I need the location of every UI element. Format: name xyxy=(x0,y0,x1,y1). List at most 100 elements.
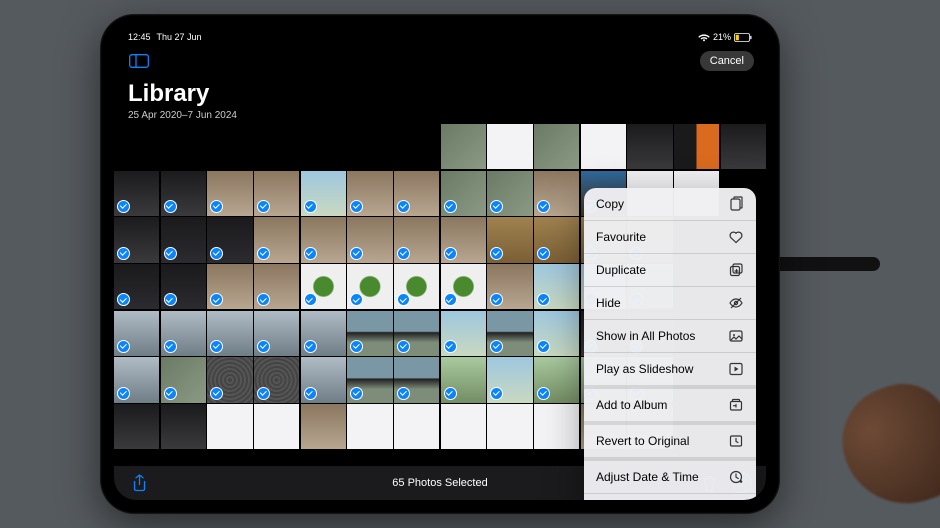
photo-thumbnail[interactable] xyxy=(627,124,672,169)
photo-thumbnail[interactable] xyxy=(534,311,579,356)
photo-thumbnail[interactable] xyxy=(301,357,346,402)
photo-thumbnail[interactable] xyxy=(441,357,486,402)
photo-thumbnail[interactable] xyxy=(534,171,579,216)
battery-icon xyxy=(734,33,752,42)
photo-thumbnail[interactable] xyxy=(441,311,486,356)
photo-thumbnail[interactable] xyxy=(347,264,392,309)
photo-thumbnail[interactable] xyxy=(207,404,252,449)
menu-item-copy[interactable]: Copy xyxy=(584,188,756,221)
photo-thumbnail[interactable] xyxy=(394,311,439,356)
photo-thumbnail[interactable] xyxy=(487,357,532,402)
photo-thumbnail[interactable] xyxy=(534,404,579,449)
photo-thumbnail[interactable] xyxy=(487,171,532,216)
photo-thumbnail[interactable] xyxy=(301,264,346,309)
cancel-button[interactable]: Cancel xyxy=(700,51,754,71)
photo-thumbnail[interactable] xyxy=(114,404,159,449)
selected-checkmark-icon xyxy=(444,340,457,353)
selection-count: 65 Photos Selected xyxy=(392,477,487,489)
photo-thumbnail[interactable] xyxy=(441,217,486,262)
photo-thumbnail[interactable] xyxy=(161,357,206,402)
photo-thumbnail[interactable] xyxy=(394,357,439,402)
photo-thumbnail[interactable] xyxy=(161,404,206,449)
photo-thumbnail[interactable] xyxy=(207,264,252,309)
menu-item-label: Add to Album xyxy=(596,398,667,412)
photo-thumbnail[interactable] xyxy=(487,404,532,449)
menu-item-label: Play as Slideshow xyxy=(596,362,693,376)
menu-item-show-in-all-photos[interactable]: Show in All Photos xyxy=(584,320,756,353)
menu-item-hide[interactable]: Hide xyxy=(584,287,756,320)
menu-item-play-as-slideshow[interactable]: Play as Slideshow xyxy=(584,353,756,389)
selected-checkmark-icon xyxy=(117,200,130,213)
sidebar-toggle-button[interactable] xyxy=(126,51,152,71)
photo-thumbnail[interactable] xyxy=(114,217,159,262)
share-button[interactable] xyxy=(128,472,150,494)
photo-thumbnail[interactable] xyxy=(487,217,532,262)
photo-thumbnail[interactable] xyxy=(534,264,579,309)
photo-thumbnail[interactable] xyxy=(301,217,346,262)
photo-thumbnail[interactable] xyxy=(487,124,532,169)
menu-item-add-to-album[interactable]: Add to Album xyxy=(584,389,756,425)
selected-checkmark-icon xyxy=(397,200,410,213)
photo-thumbnail[interactable] xyxy=(581,124,626,169)
photo-thumbnail[interactable] xyxy=(487,311,532,356)
photo-thumbnail[interactable] xyxy=(114,357,159,402)
photo-thumbnail[interactable] xyxy=(254,404,299,449)
photo-thumbnail[interactable] xyxy=(161,171,206,216)
selected-checkmark-icon xyxy=(117,387,130,400)
photo-thumbnail[interactable] xyxy=(207,357,252,402)
selected-checkmark-icon xyxy=(350,387,363,400)
photo-thumbnail[interactable] xyxy=(441,171,486,216)
photo-thumbnail[interactable] xyxy=(394,404,439,449)
photo-thumbnail[interactable] xyxy=(394,264,439,309)
photo-thumbnail[interactable] xyxy=(161,264,206,309)
photo-thumbnail[interactable] xyxy=(347,357,392,402)
menu-item-adjust-date-time[interactable]: Adjust Date & Time xyxy=(584,461,756,494)
photo-thumbnail[interactable] xyxy=(254,171,299,216)
play-icon xyxy=(728,361,744,377)
menu-item-adjust-location[interactable]: Adjust Location xyxy=(584,494,756,500)
photo-thumbnail[interactable] xyxy=(207,311,252,356)
photo-thumbnail[interactable] xyxy=(534,357,579,402)
photo-thumbnail[interactable] xyxy=(487,264,532,309)
photo-thumbnail[interactable] xyxy=(254,311,299,356)
photo-thumbnail[interactable] xyxy=(441,124,486,169)
photo-thumbnail[interactable] xyxy=(114,171,159,216)
photo-thumbnail[interactable] xyxy=(347,404,392,449)
photo-thumbnail[interactable] xyxy=(301,404,346,449)
menu-item-favourite[interactable]: Favourite xyxy=(584,221,756,254)
photo-thumbnail[interactable] xyxy=(161,217,206,262)
photo-thumbnail[interactable] xyxy=(441,404,486,449)
photo-thumbnail[interactable] xyxy=(347,171,392,216)
photo-thumbnail[interactable] xyxy=(674,124,719,169)
selected-checkmark-icon xyxy=(444,293,457,306)
photo-thumbnail[interactable] xyxy=(114,264,159,309)
album-icon xyxy=(728,397,744,413)
menu-item-revert-to-original[interactable]: Revert to Original xyxy=(584,425,756,461)
menu-item-duplicate[interactable]: Duplicate xyxy=(584,254,756,287)
photo-thumbnail[interactable] xyxy=(394,171,439,216)
photo-thumbnail[interactable] xyxy=(301,311,346,356)
actions-context-menu: CopyFavouriteDuplicateHideShow in All Ph… xyxy=(584,188,756,500)
photo-thumbnail[interactable] xyxy=(347,311,392,356)
photo-thumbnail[interactable] xyxy=(347,217,392,262)
photo-thumbnail[interactable] xyxy=(534,124,579,169)
photo-thumbnail[interactable] xyxy=(441,264,486,309)
selected-checkmark-icon xyxy=(304,340,317,353)
photo-thumbnail[interactable] xyxy=(534,217,579,262)
title-block: Library 25 Apr 2020–7 Jun 2024 xyxy=(128,80,237,121)
selected-checkmark-icon xyxy=(490,247,503,260)
photo-thumbnail[interactable] xyxy=(254,357,299,402)
photo-thumbnail[interactable] xyxy=(394,217,439,262)
photo-thumbnail[interactable] xyxy=(254,264,299,309)
photo-thumbnail[interactable] xyxy=(161,311,206,356)
photo-thumbnail[interactable] xyxy=(254,217,299,262)
photo-thumbnail[interactable] xyxy=(114,311,159,356)
photo-thumbnail[interactable] xyxy=(207,217,252,262)
photo-thumbnail[interactable] xyxy=(207,171,252,216)
photos-icon xyxy=(728,328,744,344)
photo-thumbnail[interactable] xyxy=(721,124,766,169)
menu-item-label: Adjust Date & Time xyxy=(596,470,699,484)
photo-thumbnail[interactable] xyxy=(301,171,346,216)
selected-checkmark-icon xyxy=(210,387,223,400)
menu-item-label: Revert to Original xyxy=(596,434,689,448)
